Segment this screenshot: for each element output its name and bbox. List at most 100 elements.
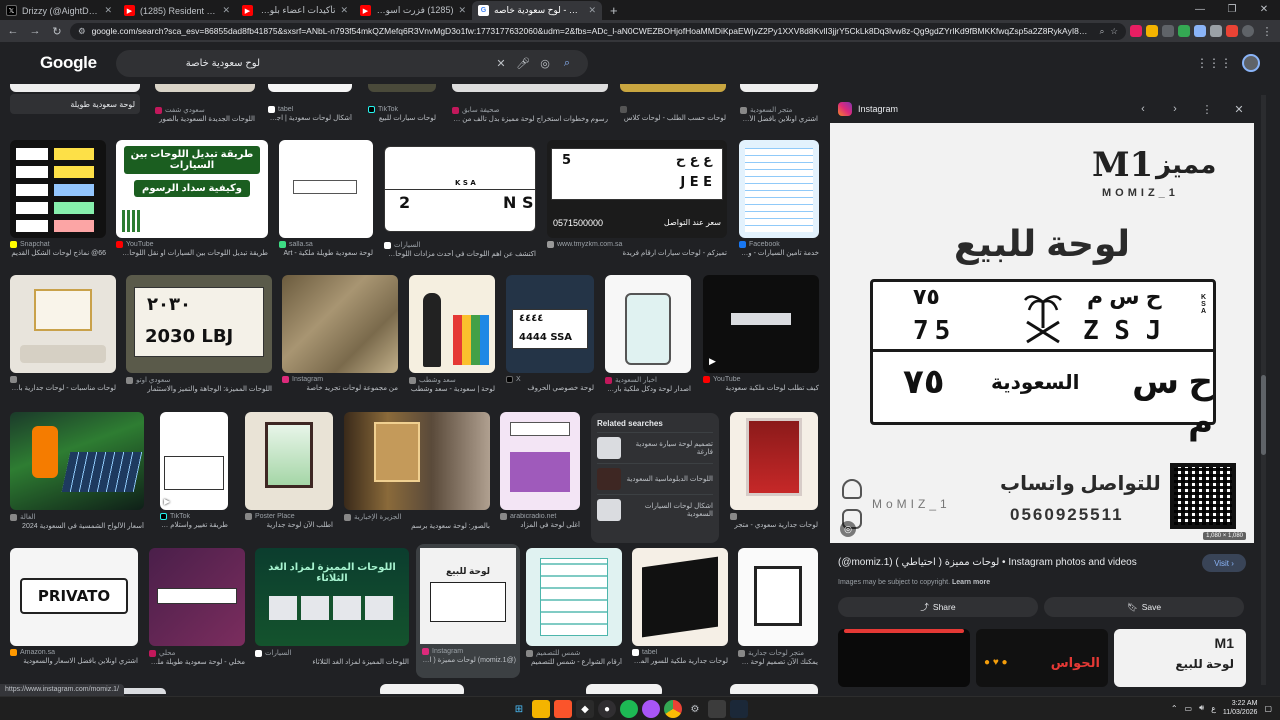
result-caption[interactable]: X لوحة خصوصي الحروف (506, 376, 594, 392)
result-image[interactable] (10, 84, 140, 92)
close-tab-icon[interactable]: ✕ (340, 5, 348, 16)
chrome-icon[interactable] (664, 700, 682, 718)
result-caption[interactable]: TikTok لوحات سيارات للبيع (368, 106, 436, 122)
minimize-button[interactable]: — (1184, 0, 1216, 20)
panel-source[interactable]: Instagram (858, 104, 1124, 114)
close-tab-icon[interactable]: ✕ (458, 5, 466, 16)
save-button[interactable]: 🔖︎ Save (1044, 597, 1244, 617)
preview-image[interactable]: M1 مميز MOMIZ_1 لوحة للبيع ٧٥ 75 ح س م Z… (830, 123, 1254, 543)
close-tab-icon[interactable]: ✕ (588, 5, 596, 16)
result-image[interactable] (452, 84, 608, 92)
related-image[interactable] (838, 629, 970, 687)
result-image[interactable] (409, 275, 495, 373)
result-caption[interactable]: محلي مخلي - لوحة سعودية طويلة ملكية (149, 649, 245, 666)
result-caption[interactable]: صحيفة سابق رسوم وخطوات استخراج لوحة مميزة… (452, 106, 608, 123)
reload-icon[interactable]: ↻ (48, 22, 66, 40)
search-input[interactable]: لوح سعودية خاصة (126, 58, 490, 69)
result-image[interactable] (620, 84, 726, 92)
mic-icon[interactable]: 🎤︎ (512, 57, 534, 70)
brave-icon[interactable] (554, 700, 572, 718)
result-image[interactable] (380, 684, 464, 694)
close-tab-icon[interactable]: ✕ (222, 5, 230, 16)
search-box[interactable]: لوح سعودية خاصة ✕ 🎤︎ ◎ ⌕ (116, 50, 588, 77)
terminal-icon[interactable] (708, 700, 726, 718)
url-field[interactable]: ⚙ google.com/search?sca_esv=86855dad8fb4… (70, 22, 1126, 40)
star-icon[interactable]: ☆ (1110, 26, 1118, 37)
result-caption[interactable]: لوحة سعودية طويلة (10, 94, 140, 114)
share-button[interactable]: ⤴ Share (838, 597, 1038, 617)
result-caption[interactable]: السيارات اكتشف عن اهم اللوحات في أحدث مزا… (384, 241, 536, 258)
result-image[interactable] (279, 140, 373, 238)
result-image[interactable]: K S A 2 N S (384, 146, 536, 232)
close-tab-icon[interactable]: ✕ (104, 5, 112, 16)
tab-youtube-1[interactable]: ▶ (1285) Resident Evil 9 Requiem ✕ (118, 1, 236, 20)
extension-icon[interactable] (1162, 25, 1174, 37)
result-image[interactable] (10, 275, 116, 373)
messenger-icon[interactable] (642, 700, 660, 718)
result-caption[interactable]: اخبار السعودية اصدار لوحة ودكل ملكية بأرق… (605, 376, 691, 393)
result-image[interactable] (368, 84, 436, 92)
tab-google-search[interactable]: G لوح سعودية خاصه - Google Search ✕ (472, 1, 602, 20)
back-icon[interactable]: ← (4, 22, 22, 40)
result-caption[interactable]: Snapchat 66@ نماذج لوحات الشكل القديم (10, 241, 106, 257)
close-icon[interactable]: ✕ (1226, 103, 1252, 116)
panel-title[interactable]: (@momiz.1) لوحات مميزة ( احتياطي ) • Ins… (838, 557, 1188, 568)
account-avatar[interactable] (1242, 54, 1260, 72)
result-caption[interactable]: لوحات حسب الطلب - لوحات كلاس (620, 106, 726, 122)
result-caption[interactable]: tabel لوحات جدارية ملكية للسور الملوك (632, 649, 728, 665)
result-caption[interactable]: YouTube كيف تطلب لوحات ملكية سعودية (703, 376, 819, 392)
next-icon[interactable]: › (1162, 103, 1188, 115)
apps-grid-icon[interactable]: ⋮⋮⋮ (1196, 56, 1232, 70)
scrollbar-thumb[interactable] (1261, 375, 1266, 455)
result-caption[interactable]: www.tmyzkm.com.sa تميزكم - لوحات سيارات ا… (547, 241, 727, 257)
result-image[interactable]: اللوحات المميزة لمزاد الغد الثلاثاء (255, 548, 409, 646)
related-search-item[interactable]: اشكال لوحات السيارات السعودية (597, 494, 713, 525)
spotify-icon[interactable] (620, 700, 638, 718)
related-image[interactable]: الحواس ● ♥ ● (976, 629, 1108, 687)
result-image[interactable]: طريقة تبديل اللوحات بين السيارات وكيفية … (116, 140, 268, 238)
result-image[interactable] (500, 412, 580, 510)
result-caption[interactable]: سعودي شفت اللوحات الجديدة السعودية بالصور (155, 106, 255, 123)
lens-icon[interactable]: ◎ (534, 57, 556, 70)
more-icon[interactable]: ⋮ (1194, 103, 1220, 116)
tab-youtube-2[interactable]: ▶ تأكيدات اعضاء بلور يفطور اسهالهم ✕ (236, 1, 354, 20)
new-tab-button[interactable]: + (602, 1, 626, 20)
result-image[interactable] (526, 548, 622, 646)
result-image[interactable]: ▶ (703, 275, 819, 373)
extension-icon[interactable] (1194, 25, 1206, 37)
profile-avatar[interactable] (1242, 25, 1254, 37)
obs-icon[interactable]: ● (598, 700, 616, 718)
result-caption[interactable]: سعد وشطب لوحة | سعودية - سعد وشطب (409, 376, 495, 393)
related-search-item[interactable]: تصميم لوحة سيارة سعودية فارغة (597, 432, 713, 463)
close-window-button[interactable]: ✕ (1248, 0, 1280, 20)
result-caption[interactable]: متجر السعودية اشتري اونلاين بأفضل الأسعار (740, 106, 818, 123)
extension-icon[interactable] (1226, 25, 1238, 37)
result-caption[interactable]: متجر لوحات جدارية يمكنك الآن تصميم لوحة خ… (738, 649, 818, 666)
result-image[interactable] (268, 84, 352, 92)
result-image[interactable]: PRIVATO (10, 548, 138, 646)
result-image[interactable] (155, 84, 255, 92)
result-image[interactable] (10, 412, 144, 510)
maximize-button[interactable]: ❐ (1216, 0, 1248, 20)
result-image[interactable] (149, 548, 245, 646)
previous-icon[interactable]: ‹ (1130, 103, 1156, 115)
result-caption[interactable]: شمس للتصميم أرقام الشوارع - شمس للتصميم (526, 649, 622, 666)
result-caption[interactable]: arabicradio.net أغلى لوحة في المزاد (500, 513, 580, 529)
result-image[interactable] (738, 548, 818, 646)
result-image[interactable] (605, 275, 691, 373)
extension-icon[interactable] (1130, 25, 1142, 37)
network-icon[interactable]: ▭ (1185, 704, 1193, 713)
browser-menu-icon[interactable]: ⋮ (1258, 22, 1276, 40)
result-caption[interactable]: YouTube طريقة تبديل اللوحات بين السيارات … (116, 241, 268, 257)
lens-search-icon[interactable]: ◎ (840, 521, 856, 537)
result-image[interactable]: ▶ (160, 412, 228, 510)
result-caption[interactable]: Instagram من مجموعة لوحات تجريد خاصة (282, 376, 398, 392)
tab-x[interactable]: 𝕏 Drizzy (@AightDrizzy) / X ✕ (0, 1, 118, 20)
learn-more-link[interactable]: Learn more (952, 579, 990, 586)
clock[interactable]: 3:22 AM 11/03/2026 (1223, 699, 1258, 717)
volume-icon[interactable]: 🔊︎ (1199, 703, 1204, 713)
settings-icon[interactable]: ⚙ (686, 700, 704, 718)
epic-games-icon[interactable]: ◆ (576, 700, 594, 718)
search-icon[interactable]: ⌕ (556, 57, 578, 70)
result-caption[interactable]: لوحات مناسبات - لوحات جدارية بالسعودية (10, 376, 116, 392)
